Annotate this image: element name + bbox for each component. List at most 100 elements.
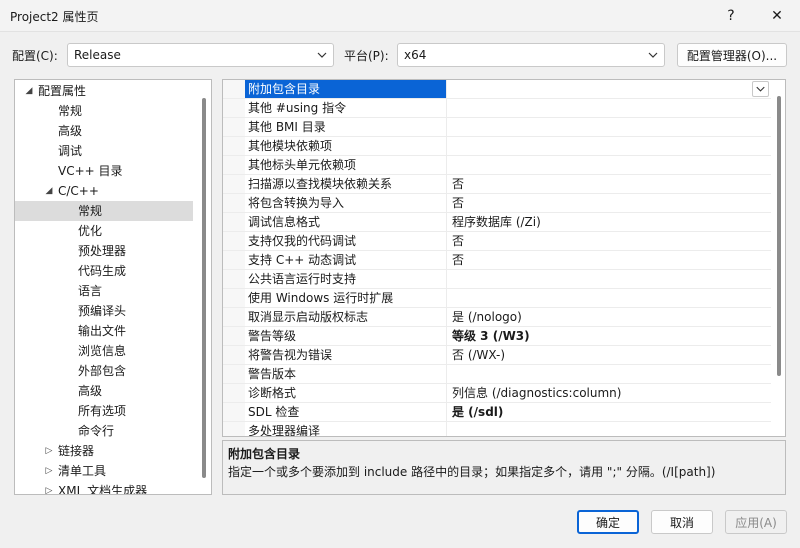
ok-button[interactable]: 确定 [577,510,639,534]
tree-item[interactable]: 命令行 [15,421,193,441]
tree-item[interactable]: 常规 [15,201,193,221]
tree-item[interactable]: VC++ 目录 [15,161,193,181]
property-value[interactable]: 否 [449,251,769,269]
tree-item[interactable]: 外部包含 [15,361,193,381]
property-value[interactable] [449,270,769,288]
tree-item[interactable]: 所有选项 [15,401,193,421]
expanded-arrow-icon[interactable]: ◢ [23,81,35,101]
property-row[interactable]: 附加包含目录 [223,80,771,99]
tree-item[interactable]: 高级 [15,381,193,401]
property-row[interactable]: 使用 Windows 运行时扩展 [223,289,771,308]
property-row[interactable]: 多处理器编译 [223,422,771,436]
tree-scrollbar[interactable] [199,80,209,494]
tree-item[interactable]: 语言 [15,281,193,301]
config-dropdown[interactable]: Release [67,43,334,67]
property-value[interactable] [449,289,769,307]
tree-item[interactable]: ▷ 清单工具 [15,461,193,481]
property-value[interactable] [449,422,769,436]
close-button[interactable]: ✕ [754,0,800,32]
help-button[interactable]: ? [708,0,754,32]
tree-item[interactable]: ◢ 配置属性 [15,81,193,101]
collapsed-arrow-icon[interactable]: ▷ [43,481,55,494]
collapsed-arrow-icon[interactable]: ▷ [43,461,55,481]
platform-dropdown[interactable]: x64 [397,43,665,67]
property-value[interactable] [449,137,769,155]
property-value[interactable]: 否 [449,194,769,212]
tree-item-label: 链接器 [58,444,95,458]
tree-scroll-thumb[interactable] [202,98,206,478]
property-value[interactable] [449,156,769,174]
tree-item[interactable]: 输出文件 [15,321,193,341]
config-label: 配置(C): [12,49,58,63]
tree-item[interactable]: ▷ XML 文档生成器 [15,481,193,494]
description-text: 指定一个或多个要添加到 include 路径中的目录；如果指定多个，请用 ";"… [228,465,716,479]
property-name: 警告版本 [245,365,447,383]
title-bar: Project2 属性页 ? ✕ [0,0,800,32]
tree-item[interactable]: 优化 [15,221,193,241]
tree-item[interactable]: 常规 [15,101,193,121]
grid-scroll-thumb[interactable] [777,96,781,376]
tree-item-label: 代码生成 [78,264,127,278]
property-value[interactable]: 程序数据库 (/Zi) [449,213,769,231]
property-row[interactable]: 其他标头单元依赖项 [223,156,771,175]
property-name: 其他标头单元依赖项 [245,156,447,174]
collapsed-arrow-icon[interactable]: ▷ [43,441,55,461]
tree-item-label: 调试 [58,144,83,158]
property-row[interactable]: 诊断格式 列信息 (/diagnostics:column) [223,384,771,403]
property-value[interactable]: 是 (/nologo) [449,308,769,326]
tree-item[interactable]: 预处理器 [15,241,193,261]
property-tree: ◢ 配置属性 常规 高级 调试 VC++ 目录 ◢ C/C++ 常规 优化 预处理器 代码生成 语言 预编… [14,79,212,495]
property-row[interactable]: 其他模块依赖项 [223,137,771,156]
property-row[interactable]: 其他 #using 指令 [223,99,771,118]
property-row[interactable]: 扫描源以查找模块依赖关系否 [223,175,771,194]
tree-item[interactable]: ▷ 链接器 [15,441,193,461]
property-value[interactable]: 否 [449,232,769,250]
property-value[interactable]: 否 [449,175,769,193]
apply-button[interactable]: 应用(A) [725,510,787,534]
property-row[interactable]: 取消显示启动版权标志是 (/nologo) [223,308,771,327]
property-value[interactable] [449,99,769,117]
tree-item[interactable]: 预编译头 [15,301,193,321]
property-row[interactable]: 将包含转换为导入否 [223,194,771,213]
property-row[interactable]: SDL 检查是 (/sdl) [223,403,771,422]
tree-item-label: VC++ 目录 [58,164,123,178]
chevron-down-icon [317,52,327,58]
property-value[interactable] [449,80,769,98]
property-row[interactable]: 将警告视为错误否 (/WX-) [223,346,771,365]
config-manager-button[interactable]: 配置管理器(O)... [677,43,787,67]
property-row[interactable]: 警告版本 [223,365,771,384]
property-row[interactable]: 其他 BMI 目录 [223,118,771,137]
property-grid: 附加包含目录 其他 #using 指令 其他 BMI 目录 其他模块依赖项 其他标头单元… [222,79,786,437]
property-row[interactable]: 支持 C++ 动态调试否 [223,251,771,270]
config-value: Release [74,48,121,62]
tree-item[interactable]: 代码生成 [15,261,193,281]
property-value[interactable] [449,365,769,383]
grid-scrollbar[interactable] [773,80,785,436]
property-row[interactable]: 公共语言运行时支持 [223,270,771,289]
property-name: 诊断格式 [245,384,447,402]
property-name: 使用 Windows 运行时扩展 [245,289,447,307]
window-title: Project2 属性页 [10,10,99,24]
property-value[interactable]: 等级 3 (/W3) [449,327,769,345]
property-row[interactable]: 警告等级 等级 3 (/W3) [223,327,771,346]
value-dropdown-button[interactable] [752,81,769,97]
property-value[interactable]: 列信息 (/diagnostics:column) [449,384,769,402]
tree-item-label: 语言 [78,284,103,298]
expanded-arrow-icon[interactable]: ◢ [43,181,55,201]
property-row[interactable]: 支持仅我的代码调试否 [223,232,771,251]
property-row[interactable]: 调试信息格式 程序数据库 (/Zi) [223,213,771,232]
property-value[interactable]: 否 (/WX-) [449,346,769,364]
platform-value: x64 [404,48,427,62]
property-value[interactable] [449,118,769,136]
cancel-button[interactable]: 取消 [651,510,713,534]
tree-item[interactable]: ◢ C/C++ [15,181,193,201]
tree-item[interactable]: 高级 [15,121,193,141]
property-value[interactable]: 是 (/sdl) [449,403,769,421]
tree-item[interactable]: 浏览信息 [15,341,193,361]
tree-item[interactable]: 调试 [15,141,193,161]
